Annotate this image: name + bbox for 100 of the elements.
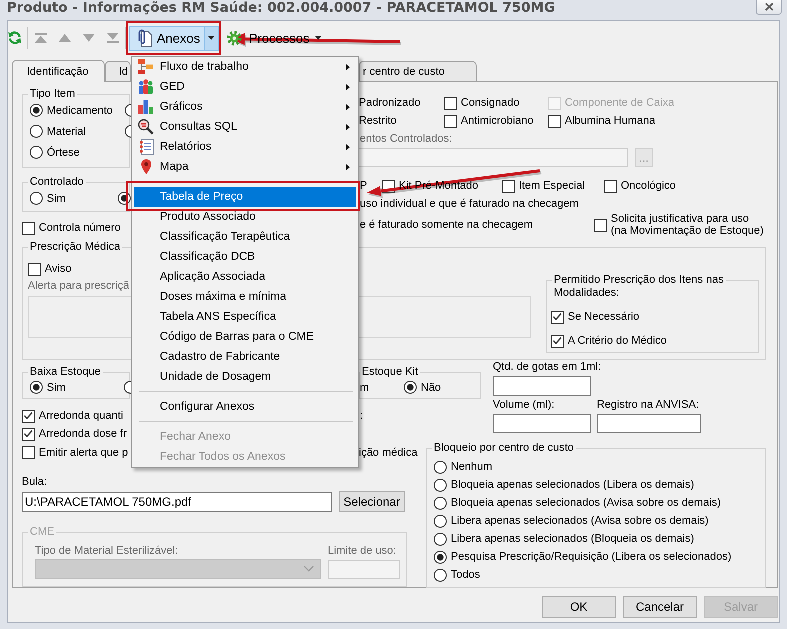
- refresh-icon: [8, 31, 22, 45]
- submenu-arrow-icon: [346, 64, 350, 70]
- text-field[interactable]: [597, 414, 701, 433]
- skip-down-icon: [107, 33, 119, 43]
- text-field[interactable]: [493, 414, 591, 433]
- checkbox-label: Padronizado: [359, 97, 421, 109]
- menu-item[interactable]: GED: [134, 77, 356, 97]
- group-title: Tipo Item: [28, 88, 78, 101]
- caret-down-icon: [208, 36, 215, 40]
- field-label: entos Controlados:: [360, 133, 452, 146]
- checkbox-label: Consignado: [461, 97, 520, 109]
- checkmark-icon: [553, 337, 562, 345]
- radio-label: Pesquisa Prescrição/Requisição (Libera os selecionados): [451, 551, 732, 563]
- menu-item[interactable]: Aplicação Associada: [134, 267, 356, 287]
- notebook-icon: [138, 139, 154, 155]
- skip-up-icon: [35, 33, 47, 43]
- field-label: Registro na ANVISA:: [597, 399, 700, 411]
- dropdown-arrow-button[interactable]: [205, 26, 219, 50]
- checkbox-label: Componente de Caixa: [565, 97, 674, 109]
- radio-button[interactable]: [404, 381, 417, 394]
- radio-button[interactable]: [434, 460, 447, 474]
- checkbox[interactable]: [28, 262, 41, 276]
- attachments-button[interactable]: Anexos: [129, 26, 205, 50]
- radio-label: Bloqueia apenas selecionados (Libera os demais): [451, 479, 694, 491]
- radio-label: Nenhum: [451, 461, 493, 473]
- group-title: Estoque Kit: [360, 366, 420, 379]
- radio-button[interactable]: [434, 550, 447, 564]
- menu-item[interactable]: Produto Associado: [134, 207, 356, 227]
- bar-chart-icon: [138, 99, 154, 115]
- triangle-up-icon: [59, 34, 71, 42]
- field-label: Tipo de Material Esterilizável:: [35, 545, 178, 557]
- menu-item[interactable]: Gráficos: [134, 97, 356, 117]
- radio-button[interactable]: [30, 125, 43, 138]
- menu-item[interactable]: Classificação Terapêutica: [134, 227, 356, 247]
- flowchart-icon: [138, 59, 154, 75]
- radio-label: Não: [421, 382, 442, 394]
- tab[interactable]: Identificação: [12, 60, 105, 82]
- checkbox-label: Item Especial: [519, 180, 586, 192]
- text-field[interactable]: [493, 376, 591, 396]
- checkbox[interactable]: [551, 310, 564, 324]
- tab[interactable]: Id: [105, 61, 131, 81]
- submenu-arrow-icon: [346, 164, 350, 170]
- checkbox[interactable]: [604, 180, 617, 192]
- checkbox[interactable]: [551, 334, 564, 348]
- checkbox[interactable]: [22, 410, 35, 422]
- checkmark-icon: [24, 430, 33, 438]
- submenu-arrow-icon: [346, 144, 350, 150]
- radio-button[interactable]: [434, 514, 447, 528]
- field-label: Limite de uso:: [328, 545, 396, 557]
- menu-item[interactable]: Configurar Anexos: [134, 397, 356, 417]
- group-title: Baixa Estoque: [28, 366, 103, 379]
- radio-button[interactable]: [434, 478, 447, 492]
- menu-item[interactable]: Consultas SQL: [134, 117, 356, 137]
- checkbox[interactable]: [22, 446, 35, 459]
- radio-button[interactable]: [30, 104, 43, 117]
- radio-button[interactable]: [30, 146, 43, 159]
- menu-item[interactable]: Cadastro de Fabricante: [134, 347, 356, 367]
- group-title: Prescrição Médica: [28, 241, 122, 254]
- label-text: uso individual e que é faturado na checagem: [360, 198, 579, 210]
- menu-item[interactable]: Código de Barras para o CME: [134, 327, 356, 347]
- radio-button[interactable]: [434, 532, 447, 546]
- select-button[interactable]: Selecionar: [339, 491, 405, 512]
- checkbox[interactable]: [22, 428, 35, 440]
- people-icon: [138, 79, 154, 95]
- menu-item[interactable]: Fluxo de trabalho: [134, 57, 356, 77]
- field-label: Bula:: [22, 476, 48, 488]
- menu-item[interactable]: Unidade de Dosagem: [134, 367, 356, 387]
- radio-button[interactable]: [124, 381, 131, 394]
- menu-item[interactable]: Doses máxima e mínima: [134, 287, 356, 307]
- menu-item[interactable]: Relatórios: [134, 137, 356, 157]
- cancel-button[interactable]: Cancelar: [623, 596, 697, 618]
- checkbox[interactable]: [444, 114, 457, 128]
- field-label: Qtd. de gotas em 1ml:: [493, 361, 602, 373]
- radio-label: Órtese: [47, 146, 80, 158]
- menu-item[interactable]: Tabela ANS Específica: [134, 307, 356, 327]
- text-field[interactable]: U:\PARACETAMOL 750MG.pdf: [22, 492, 332, 512]
- checkbox[interactable]: [502, 180, 515, 192]
- menu-item[interactable]: Tabela de Preço: [134, 187, 356, 207]
- checkbox-label: Albumina Humana: [565, 115, 656, 127]
- radio-label: Libera apenas selecionados (Bloqueia os demais): [451, 533, 694, 545]
- group-title: Bloqueio por centro de custo: [432, 442, 576, 455]
- checkbox-label: Emitir alerta que p: [39, 446, 128, 458]
- ok-button[interactable]: OK: [542, 596, 616, 618]
- close-button[interactable]: [756, 0, 782, 15]
- checkbox[interactable]: [548, 114, 561, 128]
- radio-label: Bloqueia apenas selecionados (Avisa sobre os demais): [451, 497, 722, 509]
- map-pin-icon: [140, 159, 152, 175]
- radio-button[interactable]: [434, 496, 447, 510]
- radio-button[interactable]: [30, 381, 43, 394]
- radio-button[interactable]: [434, 568, 447, 582]
- menu-item[interactable]: Classificação DCB: [134, 247, 356, 267]
- checkbox[interactable]: [594, 218, 607, 232]
- checkbox[interactable]: [444, 96, 457, 110]
- checkbox[interactable]: [22, 222, 35, 234]
- tab[interactable]: r centro de custo: [359, 61, 477, 81]
- radio-button[interactable]: [30, 192, 43, 205]
- chevron-down-icon: [304, 566, 314, 572]
- menu-item[interactable]: Mapa: [134, 157, 356, 177]
- triangle-down-icon: [83, 34, 95, 42]
- label-text: ição médica: [359, 446, 419, 458]
